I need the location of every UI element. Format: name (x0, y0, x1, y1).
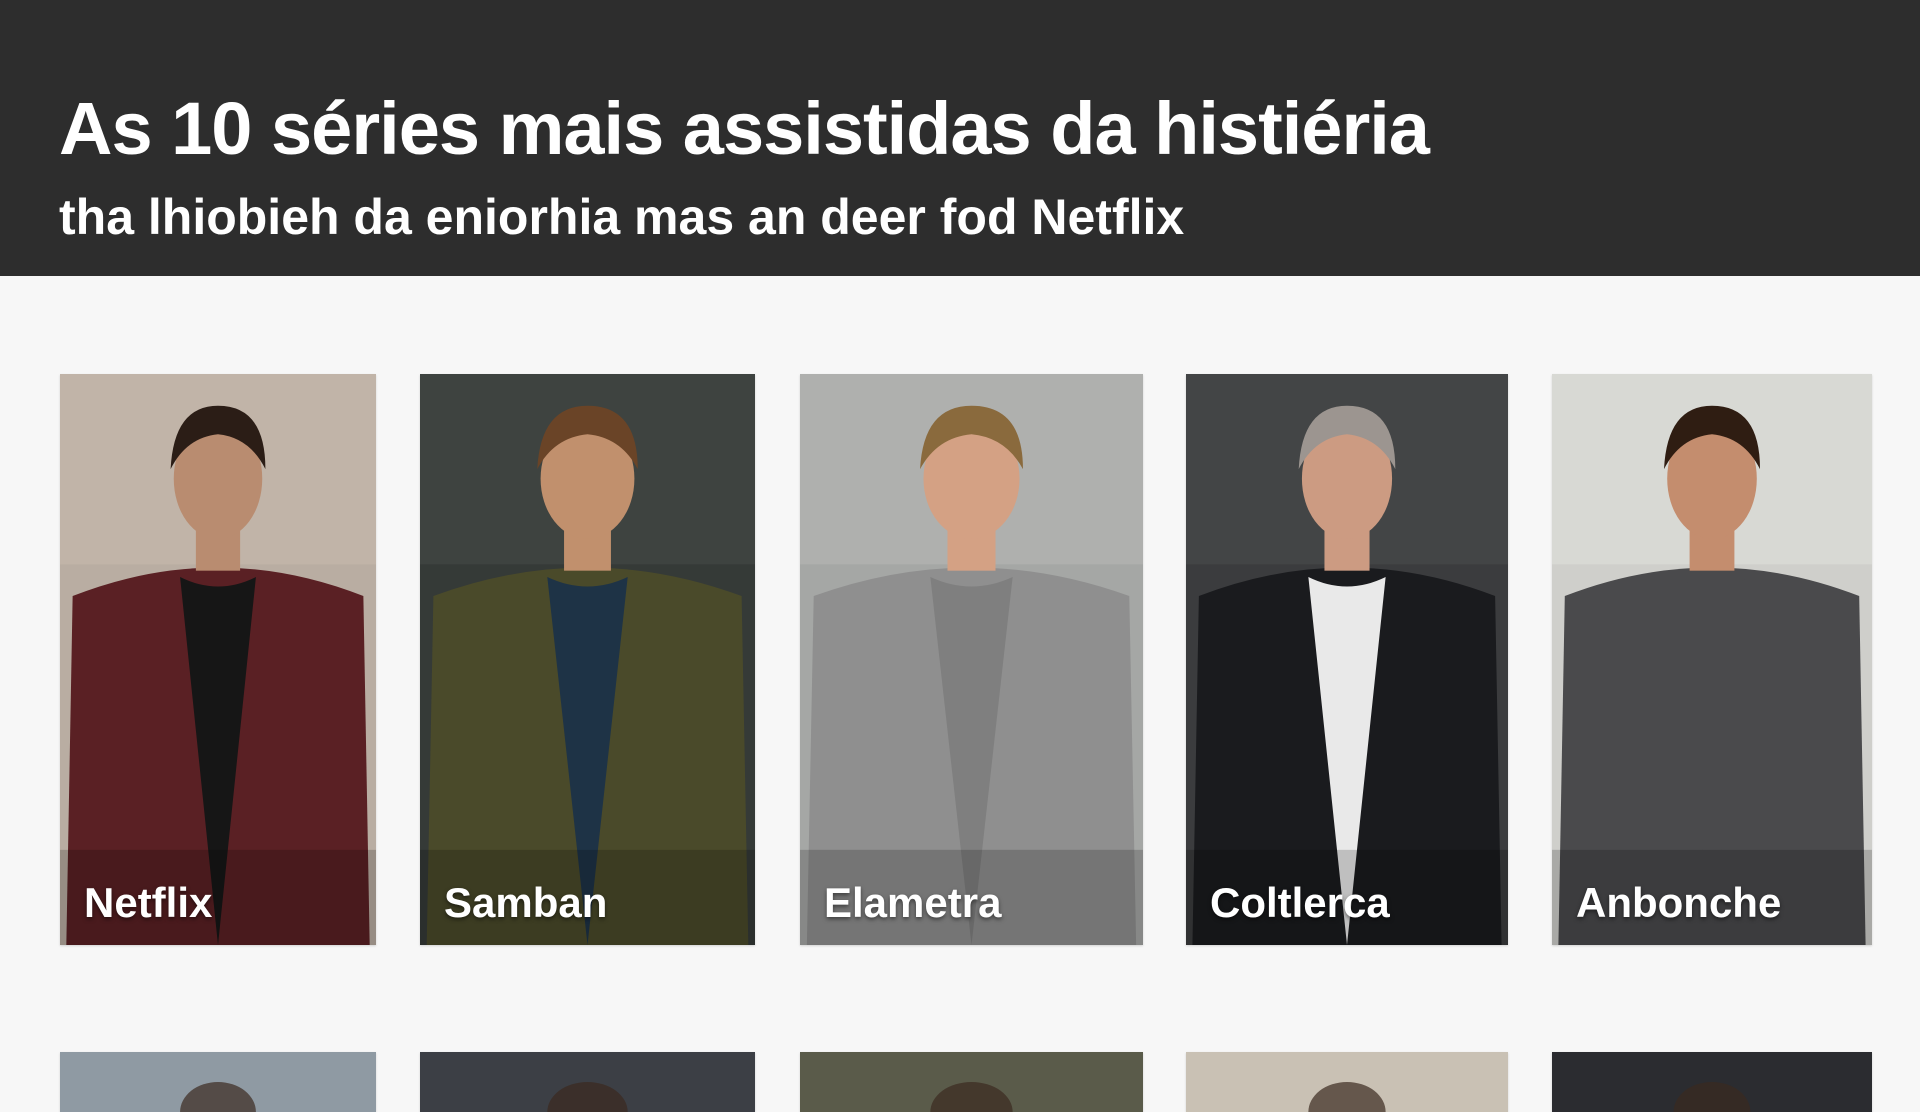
series-card[interactable]: Anbonche (1552, 374, 1872, 945)
series-card-row2[interactable] (1186, 1052, 1508, 1112)
series-card-title: Anbonche (1576, 879, 1782, 926)
series-card[interactable]: Coltlerca (1186, 374, 1508, 945)
person-portrait-icon (420, 374, 755, 945)
person-portrait-icon (60, 1052, 376, 1112)
series-card[interactable]: Netflix (60, 374, 376, 945)
page-subtitle: tha lhiobieh da eniorhia mas an deer fod… (59, 189, 1185, 245)
series-card-row2[interactable] (1552, 1052, 1872, 1112)
person-portrait-icon (1552, 374, 1872, 945)
person-portrait-icon (420, 1052, 755, 1112)
series-card-row2[interactable] (800, 1052, 1143, 1112)
series-card-row2[interactable] (420, 1052, 755, 1112)
series-card[interactable]: Elametra (800, 374, 1143, 945)
series-card-title: Netflix (84, 879, 213, 926)
page-header: As 10 séries mais assistidas da histiéri… (0, 0, 1920, 276)
person-portrait-icon (800, 1052, 1143, 1112)
series-card-title: Elametra (824, 879, 1002, 926)
series-card-title: Samban (444, 879, 608, 926)
person-portrait-icon (800, 374, 1143, 945)
page-title: As 10 séries mais assistidas da histiéri… (59, 87, 1430, 170)
person-portrait-icon (1186, 374, 1508, 945)
person-portrait-icon (1186, 1052, 1508, 1112)
series-card-title: Coltlerca (1210, 879, 1390, 926)
series-card-row2[interactable] (60, 1052, 376, 1112)
person-portrait-icon (60, 374, 376, 945)
series-card[interactable]: Samban (420, 374, 755, 945)
person-portrait-icon (1552, 1052, 1872, 1112)
